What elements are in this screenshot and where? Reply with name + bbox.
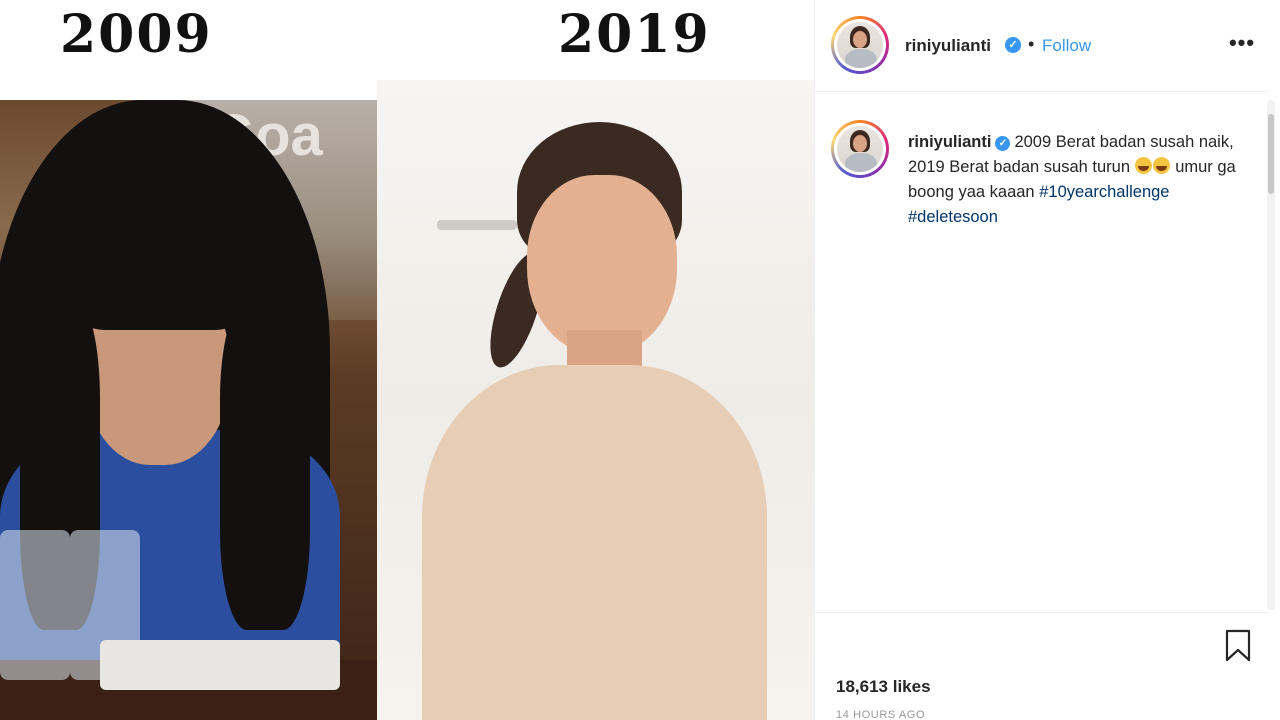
beige-dress [422, 365, 767, 720]
face-with-tears-of-joy-icon [1134, 157, 1152, 174]
bangs [70, 195, 250, 330]
more-options-icon[interactable]: ••• [1227, 28, 1257, 58]
post-sidebar: riniyulianti ✓ • Follow ••• riniyulianti… [814, 0, 1280, 720]
hashtag-link[interactable]: #deletesoon [908, 208, 998, 226]
hair-strand-right [220, 300, 310, 630]
avatar-body [845, 153, 877, 172]
avatar-border [834, 123, 886, 175]
face-with-tears-of-joy-icon [1152, 157, 1170, 174]
avatar-photo [837, 22, 883, 68]
avatar-face [853, 31, 867, 48]
comments-scrollbar[interactable] [1267, 100, 1275, 610]
face [527, 175, 677, 355]
separator-dot: • [1028, 34, 1035, 54]
avatar-face [853, 135, 867, 152]
year-label-2009: 2009 [60, 4, 213, 65]
caption-text: riniyulianti ✓ 2009 Berat badan susah naik… [908, 130, 1238, 230]
post-footer: 18,613 likes 14 HOURS AGO [815, 612, 1269, 720]
year-label-2019: 2019 [558, 4, 711, 65]
post-image[interactable]: 2009 2019 Goa [0, 0, 814, 720]
photo-2009: Goa [0, 100, 377, 720]
avatar[interactable] [831, 16, 889, 74]
likes-count[interactable]: 18,613 likes [836, 677, 931, 697]
avatar-photo [837, 126, 883, 172]
scrollbar-thumb[interactable] [1268, 114, 1274, 194]
photo-2019 [377, 80, 814, 720]
verified-badge-icon: ✓ [1005, 37, 1021, 53]
post-timestamp: 14 HOURS AGO [836, 709, 926, 720]
post-header: riniyulianti ✓ • Follow ••• [815, 0, 1269, 92]
caption-avatar[interactable] [831, 120, 889, 178]
bookmark-icon[interactable] [1223, 629, 1253, 663]
avatar-body [845, 49, 877, 68]
glass [0, 530, 70, 680]
verified-badge-icon: ✓ [995, 136, 1011, 151]
caption-section: riniyulianti ✓ 2009 Berat badan susah naik… [815, 92, 1269, 612]
username-link[interactable]: riniyulianti [905, 36, 991, 56]
follow-button[interactable]: Follow [1042, 36, 1091, 56]
caption-username-link[interactable]: riniyulianti [908, 133, 991, 151]
napkin [100, 640, 340, 690]
background-boat [437, 220, 517, 230]
avatar-border [834, 19, 886, 71]
hashtag-link[interactable]: #10yearchallenge [1039, 183, 1169, 201]
